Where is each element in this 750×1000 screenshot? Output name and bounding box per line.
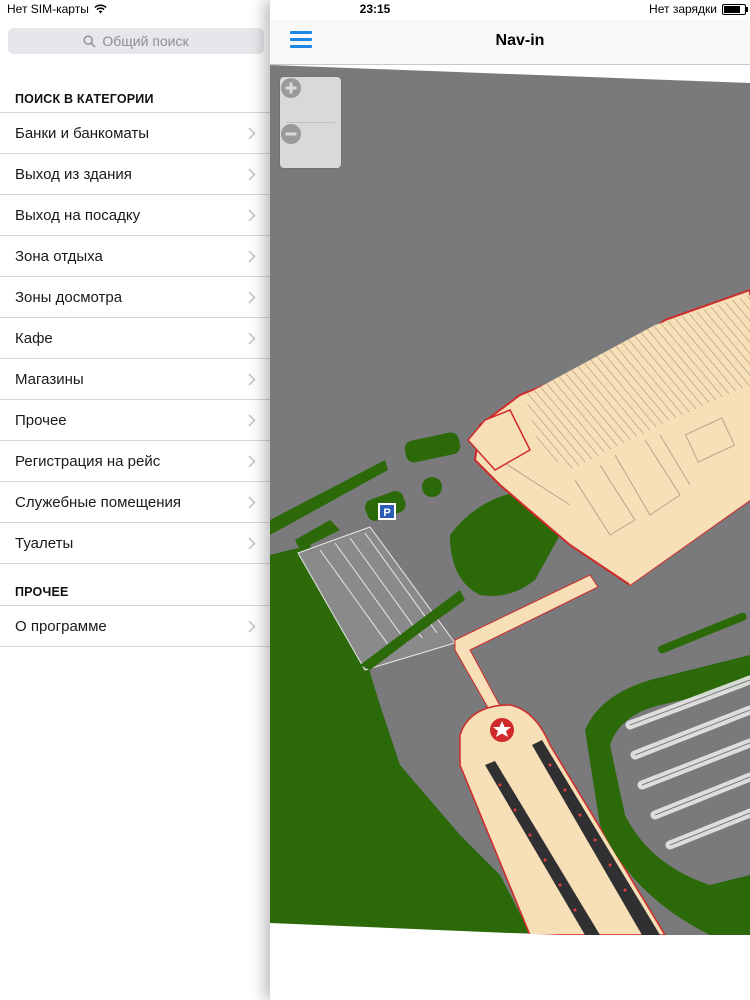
chevron-right-icon — [248, 619, 256, 633]
list-item-label: Банки и банкоматы — [15, 124, 150, 142]
category-item-4[interactable]: Зоны досмотра — [0, 277, 270, 318]
zoom-in-button[interactable] — [280, 77, 341, 122]
chevron-right-icon — [248, 495, 256, 509]
list-item-label: Служебные помещения — [15, 493, 182, 511]
other-item-0[interactable]: О программе — [0, 606, 270, 647]
zoom-out-button[interactable] — [280, 123, 341, 168]
chevron-right-icon — [248, 536, 256, 550]
battery-icon — [722, 3, 748, 15]
chevron-right-icon — [248, 249, 256, 263]
chevron-right-icon — [248, 290, 256, 304]
chevron-right-icon — [248, 372, 256, 386]
main-panel: 23:15 Нет зарядки Nav-in P — [270, 0, 750, 1000]
side-menu: Нет SIM-карты Общий поиск ПОИСК В КАТЕГО… — [0, 0, 270, 1000]
list-item-label: Магазины — [15, 370, 84, 388]
minus-circle-icon — [281, 124, 301, 144]
bottom-area — [270, 935, 750, 1000]
list-item-label: Выход на посадку — [15, 206, 141, 224]
parking-label: P — [383, 507, 390, 519]
airport-map[interactable]: P — [270, 65, 750, 935]
section-title-other: ПРОЧЕЕ — [15, 585, 69, 599]
category-item-6[interactable]: Магазины — [0, 359, 270, 400]
category-item-7[interactable]: Прочее — [0, 400, 270, 441]
section-title-categories: ПОИСК В КАТЕГОРИИ — [15, 92, 154, 106]
category-item-5[interactable]: Кафе — [0, 318, 270, 359]
category-item-1[interactable]: Выход из здания — [0, 154, 270, 195]
map-canvas: P — [270, 65, 750, 935]
list-item-label: Прочее — [15, 411, 67, 429]
list-item-label: О программе — [15, 617, 107, 635]
chevron-right-icon — [248, 454, 256, 468]
category-item-9[interactable]: Служебные помещения — [0, 482, 270, 523]
chevron-right-icon — [248, 126, 256, 140]
list-item-label: Регистрация на рейс — [15, 452, 161, 470]
search-icon — [83, 34, 96, 48]
list-item-label: Выход из здания — [15, 165, 132, 183]
status-battery: Нет зарядки — [649, 2, 748, 16]
zoom-control — [280, 77, 341, 168]
list-item-label: Кафе — [15, 329, 53, 347]
carrier-label: Нет SIM-карты — [7, 2, 89, 16]
category-item-3[interactable]: Зона отдыха — [0, 236, 270, 277]
chevron-right-icon — [248, 208, 256, 222]
list-item-label: Туалеты — [15, 534, 74, 552]
status-time: 23:15 — [359, 2, 391, 16]
status-carrier: Нет SIM-карты — [7, 2, 107, 16]
search-placeholder: Общий поиск — [102, 33, 189, 49]
chevron-right-icon — [248, 167, 256, 181]
category-item-0[interactable]: Банки и банкоматы — [0, 113, 270, 154]
menu-button[interactable] — [290, 31, 312, 49]
plus-circle-icon — [281, 78, 301, 98]
navigation-bar: Nav-in — [270, 20, 750, 65]
category-list: Банки и банкоматы Выход из здания Выход на… — [0, 112, 270, 564]
page-title: Nav-in — [495, 32, 545, 49]
chevron-right-icon — [248, 331, 256, 345]
battery-label: Нет зарядки — [649, 2, 717, 16]
wifi-icon — [94, 4, 107, 14]
list-item-label: Зона отдыха — [15, 247, 103, 265]
list-item-label: Зоны досмотра — [15, 288, 123, 306]
search-input[interactable]: Общий поиск — [8, 28, 264, 54]
category-item-2[interactable]: Выход на посадку — [0, 195, 270, 236]
category-item-8[interactable]: Регистрация на рейс — [0, 441, 270, 482]
other-list: О программе — [0, 605, 270, 647]
chevron-right-icon — [248, 413, 256, 427]
category-item-10[interactable]: Туалеты — [0, 523, 270, 564]
